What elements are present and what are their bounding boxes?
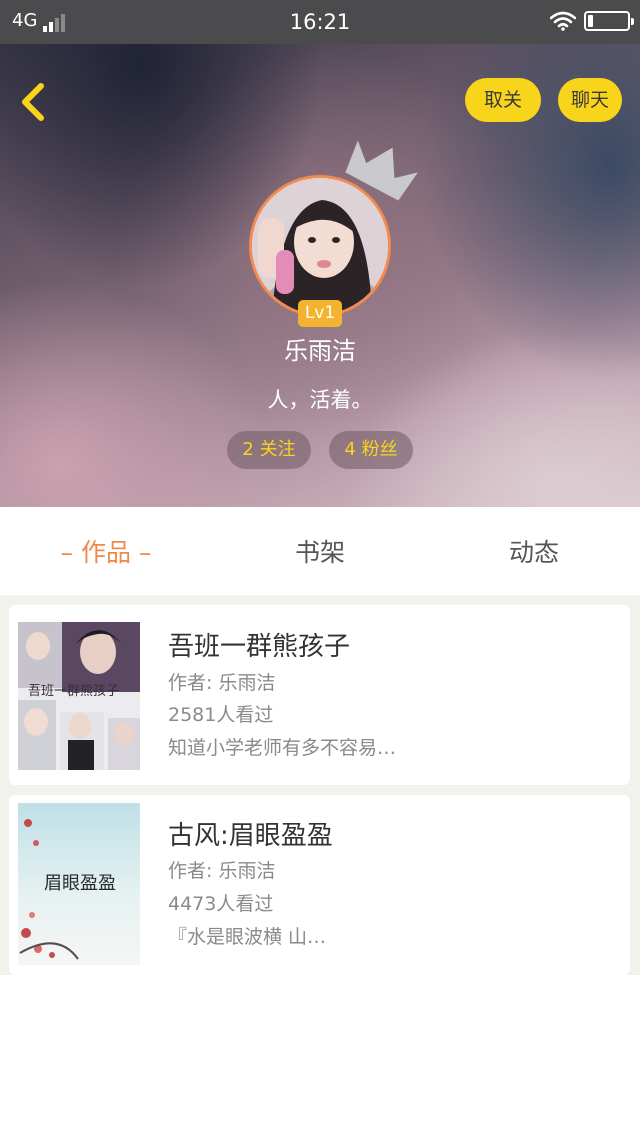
book-cover-title: 眉眼盈盈 [44, 873, 116, 894]
battery-icon [584, 11, 634, 31]
back-button[interactable] [14, 78, 58, 126]
tab-works[interactable]: – 作品 – [0, 507, 212, 595]
book-description: 『水是眼波横 山… [168, 926, 327, 948]
book-title: 古风:眉眼盈盈 [168, 821, 333, 851]
avatar[interactable] [249, 175, 391, 317]
tab-works-label: 作品 [80, 538, 131, 567]
book-title: 吾班一群熊孩子 [168, 632, 351, 662]
username: 乐雨洁 [284, 337, 356, 365]
tab-bookshelf[interactable]: 书架 [214, 507, 426, 595]
book-author: 作者: 乐雨洁 [168, 860, 276, 882]
book-cover[interactable]: 吾班一群熊孩子 [18, 622, 140, 770]
profile-header: 取关 聊天 Lv1 乐雨洁 人，活着。 2 关注 4 粉丝 [0, 44, 640, 507]
unfollow-button[interactable]: 取关 [465, 78, 541, 122]
book-author: 作者: 乐雨洁 [168, 672, 276, 694]
status-right [550, 11, 634, 31]
tab-indicator-left: – [60, 538, 81, 567]
list-item[interactable]: 眉眼盈盈 古风:眉眼盈盈 作者: 乐雨洁 4473人看过 『水是眼波横 山… [9, 795, 630, 975]
user-profile-screen: 4G 16:21 取关 聊天 Lv1 乐雨洁 人，活着。 2 关注 4 粉丝 –… [0, 0, 640, 1138]
avatar-photo [252, 178, 388, 314]
bio: 人，活着。 [267, 388, 373, 412]
tab-bookshelf-label: 书架 [294, 538, 345, 567]
list-item[interactable]: 吾班一群熊孩子 吾班一群熊孩子 作者: 乐雨洁 2581人看过 知道小学老师有多… [9, 605, 630, 785]
battery-level [588, 15, 593, 27]
fans-count[interactable]: 4 粉丝 [329, 431, 413, 469]
chat-button[interactable]: 聊天 [558, 78, 622, 122]
status-time: 16:21 [289, 10, 351, 34]
level-badge: Lv1 [298, 300, 342, 327]
wifi-icon [550, 11, 576, 31]
tab-activity[interactable]: 动态 [428, 507, 640, 595]
book-cover[interactable]: 眉眼盈盈 [18, 803, 140, 965]
book-views: 4473人看过 [168, 893, 274, 915]
book-cover-title: 吾班一群熊孩子 [28, 684, 120, 699]
book-description: 知道小学老师有多不容易… [168, 737, 397, 759]
tab-bar: – 作品 – 书架 动态 [0, 507, 640, 595]
chevron-left-icon [22, 83, 44, 121]
tab-indicator-right: – [131, 538, 152, 567]
status-bar: 4G 16:21 [0, 0, 640, 44]
book-views: 2581人看过 [168, 704, 274, 726]
tab-activity-label: 动态 [508, 538, 559, 567]
book-list: 吾班一群熊孩子 吾班一群熊孩子 作者: 乐雨洁 2581人看过 知道小学老师有多… [0, 595, 640, 975]
following-count[interactable]: 2 关注 [227, 431, 311, 469]
